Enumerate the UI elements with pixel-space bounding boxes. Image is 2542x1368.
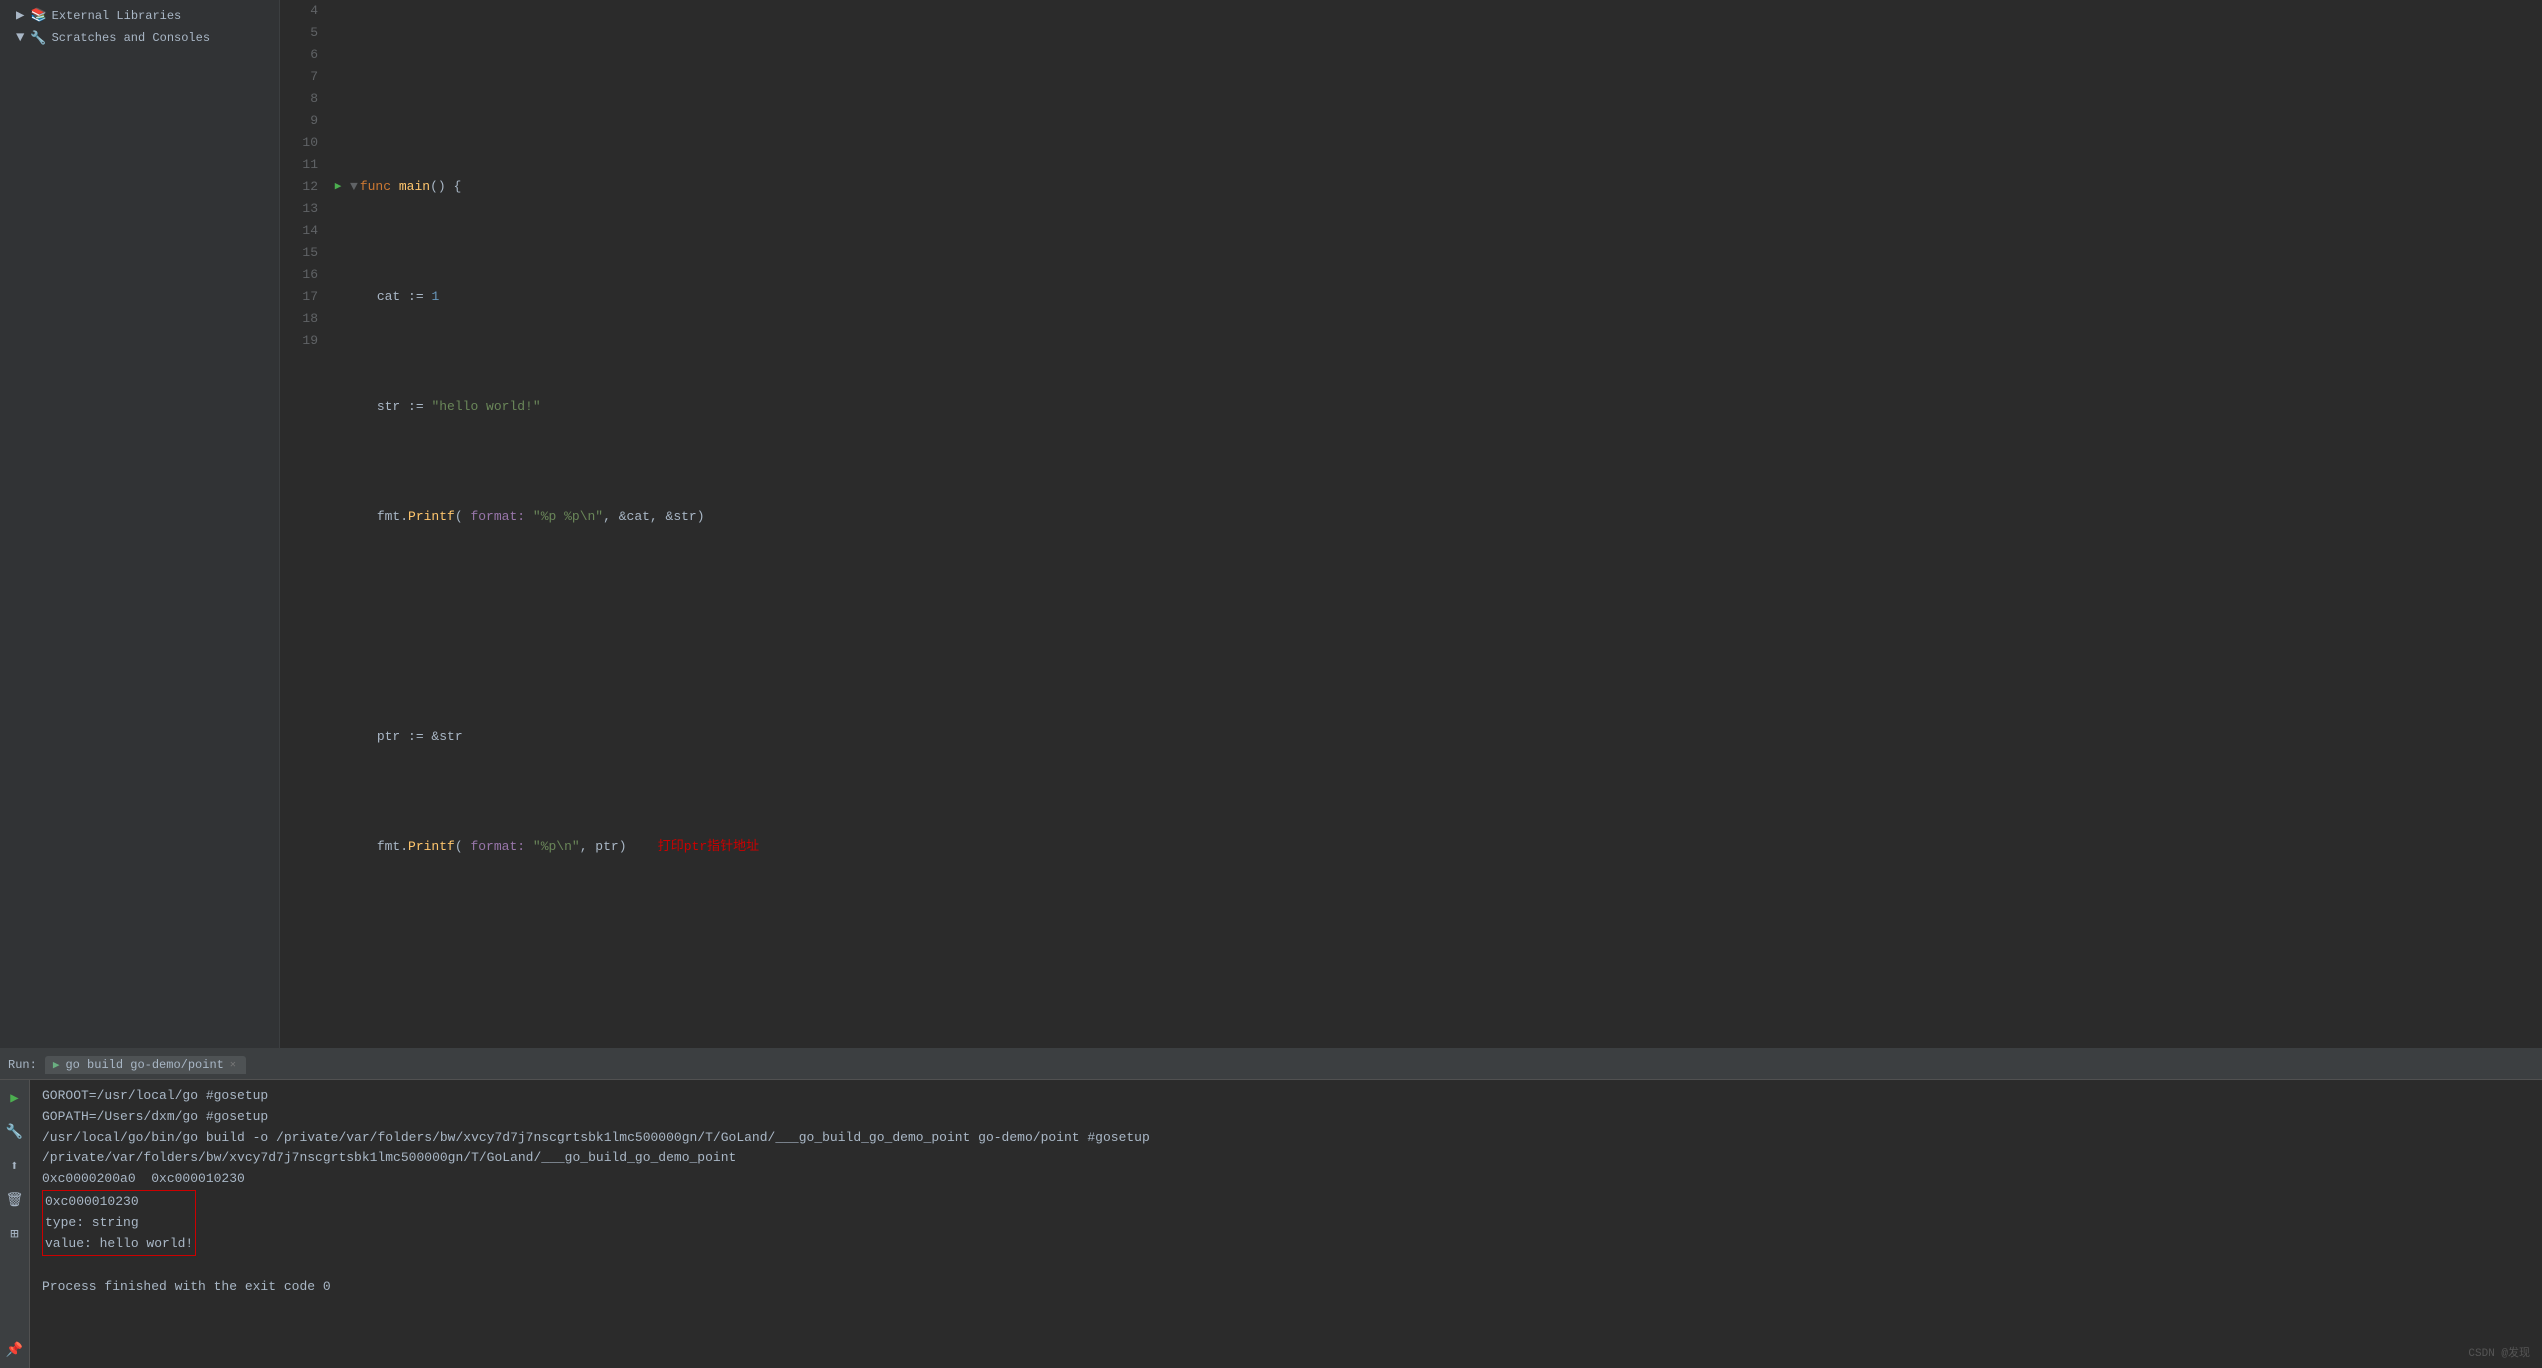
external-libraries-icon: ▶ (16, 7, 24, 24)
run-panel: Run: ▶ go build go-demo/point ✕ ▶ 🔧 ⬆ 🗑 … (0, 1048, 2542, 1368)
code-line-10: ptr := &str (330, 726, 2542, 748)
run-output: GOROOT=/usr/local/go #gosetup GOPATH=/Us… (30, 1080, 2542, 1368)
output-line-2: GOPATH=/Users/dxm/go #gosetup (42, 1107, 2530, 1128)
output-line-3: /usr/local/go/bin/go build -o /private/v… (42, 1128, 2530, 1149)
fold-icon: ▼ (350, 176, 358, 198)
code-line-12 (330, 946, 2542, 968)
run-content: ▶ 🔧 ⬆ 🗑 ⊞ 📌 GOROOT=/usr/local/go #gosetu… (0, 1080, 2542, 1368)
close-tab-button[interactable]: ✕ (230, 1059, 236, 1071)
line-numbers: 4 5 6 7 8 9 10 11 12 13 14 15 16 17 18 1… (280, 0, 330, 1048)
code-line-6: cat := 1 (330, 286, 2542, 308)
output-line-highlight: 0xc000010230 type: string value: hello w… (42, 1190, 2530, 1256)
run-grid-button[interactable]: ⊞ (3, 1222, 27, 1246)
external-libraries-label: External Libraries (52, 9, 182, 23)
run-scroll-button[interactable]: ⬆ (3, 1154, 27, 1178)
code-line-9 (330, 616, 2542, 638)
run-pin-button[interactable]: 📌 (3, 1338, 27, 1362)
watermark: CSDN @发现 (2468, 1344, 2530, 1360)
output-line-process: Process finished with the exit code 0 (42, 1277, 2530, 1298)
sidebar-item-scratches[interactable]: ▼ 🔧 Scratches and Consoles (0, 27, 279, 49)
run-trash-button[interactable]: 🗑 (3, 1188, 27, 1212)
code-line-8: fmt.Printf( format: "%p %p\n", &cat, &st… (330, 506, 2542, 528)
output-line-4: /private/var/folders/bw/xvcy7d7j7nscgrts… (42, 1148, 2530, 1169)
code-line-7: str := "hello world!" (330, 396, 2542, 418)
library-icon: 📚 (30, 8, 46, 23)
run-sidebar: ▶ 🔧 ⬆ 🗑 ⊞ 📌 (0, 1080, 30, 1368)
run-tab[interactable]: ▶ go build go-demo/point ✕ (45, 1056, 246, 1074)
run-play-button[interactable]: ▶ (3, 1086, 27, 1110)
run-tabs: Run: ▶ go build go-demo/point ✕ (0, 1050, 2542, 1080)
output-line-blank (42, 1256, 2530, 1277)
code-content: ▶ ▼ func main() { cat := 1 str := "hello… (330, 0, 2542, 1048)
run-button[interactable]: ▶ (330, 176, 346, 198)
code-line-11: fmt.Printf( format: "%p\n", ptr) 打印ptr指针… (330, 836, 2542, 858)
code-line-4 (330, 66, 2542, 88)
scratches-icon: 🔧 (30, 31, 46, 46)
scratches-label: Scratches and Consoles (52, 31, 210, 45)
code-line-5: ▶ ▼ func main() { (330, 176, 2542, 198)
output-line-1: GOROOT=/usr/local/go #gosetup (42, 1086, 2530, 1107)
run-wrench-button[interactable]: 🔧 (3, 1120, 27, 1144)
run-tab-label: go build go-demo/point (65, 1058, 223, 1072)
sidebar-item-external-libraries[interactable]: ▶ 📚 External Libraries (0, 4, 279, 27)
output-line-5: 0xc0000200a0 0xc000010230 (42, 1169, 2530, 1190)
highlight-box: 0xc000010230 type: string value: hello w… (42, 1190, 196, 1256)
run-tab-icon: ▶ (53, 1058, 60, 1072)
run-label: Run: (8, 1058, 37, 1072)
sidebar: ▶ 📚 External Libraries ▼ 🔧 Scratches and… (0, 0, 280, 1048)
scratches-arrow-icon: ▼ (16, 30, 24, 46)
editor-area: 4 5 6 7 8 9 10 11 12 13 14 15 16 17 18 1… (280, 0, 2542, 1048)
code-container: 4 5 6 7 8 9 10 11 12 13 14 15 16 17 18 1… (280, 0, 2542, 1048)
